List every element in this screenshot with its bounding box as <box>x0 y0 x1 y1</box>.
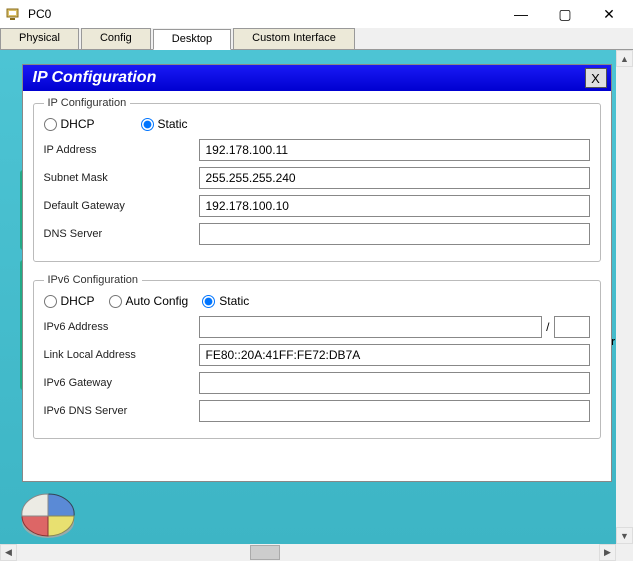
window-maximize-button[interactable]: ▢ <box>543 0 587 28</box>
ipv6-dns-server-label: IPv6 DNS Server <box>44 405 199 417</box>
ip-configuration-dialog: IP Configuration X IP Configuration DHCP… <box>22 64 612 482</box>
window-close-button[interactable]: ✕ <box>587 0 631 28</box>
scroll-corner <box>616 544 633 561</box>
scroll-left-button[interactable]: ◀ <box>0 544 17 561</box>
ipv6-address-label: IPv6 Address <box>44 321 199 333</box>
ipv6-gateway-input[interactable] <box>199 372 590 394</box>
tab-config[interactable]: Config <box>81 28 151 49</box>
horizontal-scrollbar[interactable]: ◀ ▶ <box>0 544 616 561</box>
ipv6-auto-option[interactable]: Auto Config <box>109 294 189 308</box>
ipv4-legend: IP Configuration <box>44 97 131 109</box>
pc-icon <box>6 6 22 22</box>
scroll-up-button[interactable]: ▲ <box>616 50 633 67</box>
desktop-area: or IP Configuration X IP Configuration D… <box>0 50 633 544</box>
scroll-down-button[interactable]: ▼ <box>616 527 633 544</box>
scroll-track[interactable] <box>17 544 599 561</box>
window-titlebar: PC0 — ▢ ✕ <box>0 0 633 28</box>
ipv6-static-option[interactable]: Static <box>202 294 249 308</box>
ipv6-address-input[interactable] <box>199 316 543 338</box>
dialog-close-button[interactable]: X <box>585 68 607 88</box>
ipv6-static-radio[interactable] <box>202 295 215 308</box>
dialog-titlebar: IP Configuration X <box>23 65 611 91</box>
ipv6-dhcp-radio[interactable] <box>44 295 57 308</box>
ipv6-auto-label: Auto Config <box>126 294 189 308</box>
ip-address-label: IP Address <box>44 144 199 156</box>
dns-server-input[interactable] <box>199 223 590 245</box>
scroll-right-button[interactable]: ▶ <box>599 544 616 561</box>
ipv4-dhcp-label: DHCP <box>61 117 95 131</box>
ipv6-legend: IPv6 Configuration <box>44 274 143 286</box>
ipv4-static-option[interactable]: Static <box>141 117 188 131</box>
ipv6-dhcp-label: DHCP <box>61 294 95 308</box>
ipv6-prefix-input[interactable] <box>554 316 590 338</box>
tab-custom-interface[interactable]: Custom Interface <box>233 28 355 49</box>
ipv6-prefix-separator: / <box>546 320 549 334</box>
default-gateway-input[interactable] <box>199 195 590 217</box>
pie-chart-icon[interactable] <box>18 486 82 542</box>
ipv6-static-label: Static <box>219 294 249 308</box>
ipv6-gateway-label: IPv6 Gateway <box>44 377 199 389</box>
window-minimize-button[interactable]: — <box>499 0 543 28</box>
window-title: PC0 <box>28 7 499 21</box>
ipv6-dhcp-option[interactable]: DHCP <box>44 294 95 308</box>
tab-bar: Physical Config Desktop Custom Interface <box>0 28 633 50</box>
ip-address-input[interactable] <box>199 139 590 161</box>
scroll-thumb[interactable] <box>250 545 280 560</box>
link-local-address-input[interactable] <box>199 344 590 366</box>
ipv4-dhcp-option[interactable]: DHCP <box>44 117 95 131</box>
ipv6-dns-server-input[interactable] <box>199 400 590 422</box>
dialog-title: IP Configuration <box>33 69 585 87</box>
tab-desktop[interactable]: Desktop <box>153 29 231 50</box>
ipv4-static-label: Static <box>158 117 188 131</box>
ipv4-dhcp-radio[interactable] <box>44 118 57 131</box>
tab-physical[interactable]: Physical <box>0 28 79 49</box>
ipv4-fieldset: IP Configuration DHCP Static IP Address <box>33 97 601 262</box>
ipv6-auto-radio[interactable] <box>109 295 122 308</box>
subnet-mask-input[interactable] <box>199 167 590 189</box>
default-gateway-label: Default Gateway <box>44 200 199 212</box>
vertical-scrollbar[interactable]: ▲ ▼ <box>616 50 633 544</box>
dns-server-label: DNS Server <box>44 228 199 240</box>
link-local-address-label: Link Local Address <box>44 349 199 361</box>
ipv4-static-radio[interactable] <box>141 118 154 131</box>
ipv6-fieldset: IPv6 Configuration DHCP Auto Config Stat… <box>33 274 601 439</box>
subnet-mask-label: Subnet Mask <box>44 172 199 184</box>
